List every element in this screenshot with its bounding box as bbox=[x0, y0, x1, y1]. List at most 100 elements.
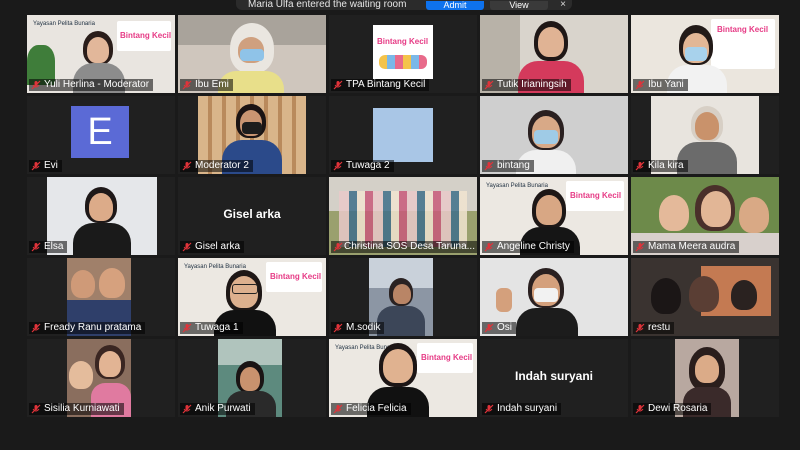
participant-tile[interactable]: M.sodik bbox=[329, 258, 477, 336]
participant-name-label: Indah suryani bbox=[482, 403, 562, 415]
bintang-kecil-text: Bintang Kecil bbox=[377, 37, 429, 46]
participant-name-label: Sisilia Kurniawati bbox=[29, 403, 124, 415]
participant-name-label: Tuwaga 2 bbox=[331, 160, 394, 172]
participant-name-label: Fready Ranu pratama bbox=[29, 322, 146, 334]
participant-tile[interactable]: Bintang Kecil Yayasan Pelita Bunaria Yul… bbox=[27, 15, 175, 93]
participant-name-label: Evi bbox=[29, 160, 62, 172]
participant-tile[interactable]: Bintang Kecil Yayasan Pelita Bunaria Fel… bbox=[329, 339, 477, 417]
bintang-kecil-banner: Bintang Kecil bbox=[417, 343, 473, 373]
bintang-kecil-banner: Bintang Kecil bbox=[266, 262, 322, 292]
mic-muted-icon bbox=[333, 323, 343, 333]
participant-name: Sisilia Kurniawati bbox=[44, 403, 120, 414]
participant-name: bintang bbox=[497, 160, 530, 171]
mic-muted-icon bbox=[635, 323, 645, 333]
participant-name-label: Osi bbox=[482, 322, 516, 334]
mic-muted-icon bbox=[31, 80, 41, 90]
mic-muted-icon bbox=[182, 404, 192, 414]
participant-name: Tutik Irianingsih bbox=[497, 79, 567, 90]
view-button[interactable]: View bbox=[490, 1, 548, 10]
participant-center-name: Indah suryani bbox=[514, 369, 594, 383]
participant-tile[interactable]: Gisel arka Gisel arka bbox=[178, 177, 326, 255]
participant-tile[interactable]: Osi bbox=[480, 258, 628, 336]
participant-name-label: Moderator 2 bbox=[180, 160, 253, 172]
mic-muted-icon bbox=[484, 404, 494, 414]
participant-tile[interactable]: E Evi bbox=[27, 96, 175, 174]
participant-tile[interactable]: bintang bbox=[480, 96, 628, 174]
mic-muted-icon bbox=[484, 80, 494, 90]
participant-name: Angeline Christy bbox=[497, 241, 570, 252]
participant-tile[interactable]: Indah suryani Indah suryani bbox=[480, 339, 628, 417]
participant-tile[interactable]: Bintang Kecil Yayasan Pelita Bunaria Tuw… bbox=[178, 258, 326, 336]
waiting-room-notification: Maria Ulfa entered the waiting room Admi… bbox=[236, 0, 572, 10]
mic-muted-icon bbox=[182, 323, 192, 333]
mic-muted-icon bbox=[333, 404, 343, 414]
participant-tile[interactable]: Bintang Kecil TPA Bintang Kecil bbox=[329, 15, 477, 93]
participant-center-name: Gisel arka bbox=[223, 207, 281, 221]
participant-tile[interactable]: Tutik Irianingsih bbox=[480, 15, 628, 93]
participant-name: restu bbox=[648, 322, 671, 333]
participant-name: TPA Bintang Kecil bbox=[346, 79, 426, 90]
participant-tile[interactable]: Bintang Kecil Ibu Yani bbox=[631, 15, 779, 93]
mic-muted-icon bbox=[31, 404, 41, 414]
gallery-grid: Bintang Kecil Yayasan Pelita Bunaria Yul… bbox=[27, 15, 779, 418]
participant-name-label: Ibu Yani bbox=[633, 79, 688, 91]
participant-name-label: Kila kira bbox=[633, 160, 688, 172]
participant-tile[interactable]: Sisilia Kurniawati bbox=[27, 339, 175, 417]
participant-avatar: E bbox=[71, 106, 129, 158]
participant-name: Elsa bbox=[44, 241, 64, 252]
participant-name-label: Tuwaga 1 bbox=[180, 322, 243, 334]
participant-tile[interactable]: Fready Ranu pratama bbox=[27, 258, 175, 336]
participant-name: Moderator 2 bbox=[195, 160, 249, 171]
participant-name: Evi bbox=[44, 160, 58, 171]
bintang-kecil-banner: Bintang Kecil bbox=[566, 181, 624, 211]
participant-tile[interactable]: Mama Meera audra bbox=[631, 177, 779, 255]
mic-muted-icon bbox=[635, 161, 645, 171]
participant-name-label: Dewi Rosaria bbox=[633, 403, 712, 415]
mic-muted-icon bbox=[31, 161, 41, 171]
mic-muted-icon bbox=[182, 80, 192, 90]
participant-name-label: restu bbox=[633, 322, 675, 334]
mic-muted-icon bbox=[635, 404, 645, 414]
participant-name-label: bintang bbox=[482, 160, 534, 172]
close-icon[interactable]: × bbox=[554, 0, 572, 10]
mic-muted-icon bbox=[31, 242, 41, 252]
participant-tile[interactable]: Ibu Emi bbox=[178, 15, 326, 93]
participant-name-label: Tutik Irianingsih bbox=[482, 79, 571, 91]
participant-tile[interactable]: Elsa bbox=[27, 177, 175, 255]
participant-video bbox=[373, 108, 433, 162]
mic-muted-icon bbox=[182, 161, 192, 171]
participant-name: M.sodik bbox=[346, 322, 381, 333]
mic-muted-icon bbox=[484, 323, 494, 333]
participant-tile[interactable]: Kila kira bbox=[631, 96, 779, 174]
participant-name-label: Ibu Emi bbox=[180, 79, 233, 91]
mic-muted-icon bbox=[333, 161, 343, 171]
participant-name: Tuwaga 2 bbox=[346, 160, 390, 171]
participant-tile[interactable]: Moderator 2 bbox=[178, 96, 326, 174]
participant-name: Dewi Rosaria bbox=[648, 403, 708, 414]
participant-name: Yuli Herlina - Moderator bbox=[44, 79, 150, 90]
participant-tile[interactable]: Dewi Rosaria bbox=[631, 339, 779, 417]
participant-tile[interactable]: Tuwaga 2 bbox=[329, 96, 477, 174]
foundation-logo: Yayasan Pelita Bunaria bbox=[33, 21, 95, 27]
participant-name-label: Felicia Felicia bbox=[331, 403, 411, 415]
participant-name: Osi bbox=[497, 322, 512, 333]
participant-name-label: Mama Meera audra bbox=[633, 241, 740, 253]
participant-name: Fready Ranu pratama bbox=[44, 322, 142, 333]
mic-muted-icon bbox=[635, 80, 645, 90]
admit-button[interactable]: Admit bbox=[426, 1, 484, 10]
participant-name: Mama Meera audra bbox=[648, 241, 736, 252]
mic-muted-icon bbox=[31, 323, 41, 333]
participant-tile[interactable]: restu bbox=[631, 258, 779, 336]
bintang-kecil-banner: Bintang Kecil bbox=[117, 21, 171, 51]
participant-tile[interactable]: Anik Purwati bbox=[178, 339, 326, 417]
participant-name-label: Christina SOS Desa Taruna... bbox=[331, 241, 477, 253]
participant-name: Ibu Emi bbox=[195, 79, 229, 90]
participant-name-label: Elsa bbox=[29, 241, 68, 253]
mic-muted-icon bbox=[635, 242, 645, 252]
participant-name-label: M.sodik bbox=[331, 322, 385, 334]
participant-name-label: Angeline Christy bbox=[482, 241, 574, 253]
participant-tile[interactable]: Christina SOS Desa Taruna... bbox=[329, 177, 477, 255]
mic-muted-icon bbox=[484, 161, 494, 171]
participant-tile[interactable]: Bintang Kecil Yayasan Pelita Bunaria Ang… bbox=[480, 177, 628, 255]
participant-name: Felicia Felicia bbox=[346, 403, 407, 414]
